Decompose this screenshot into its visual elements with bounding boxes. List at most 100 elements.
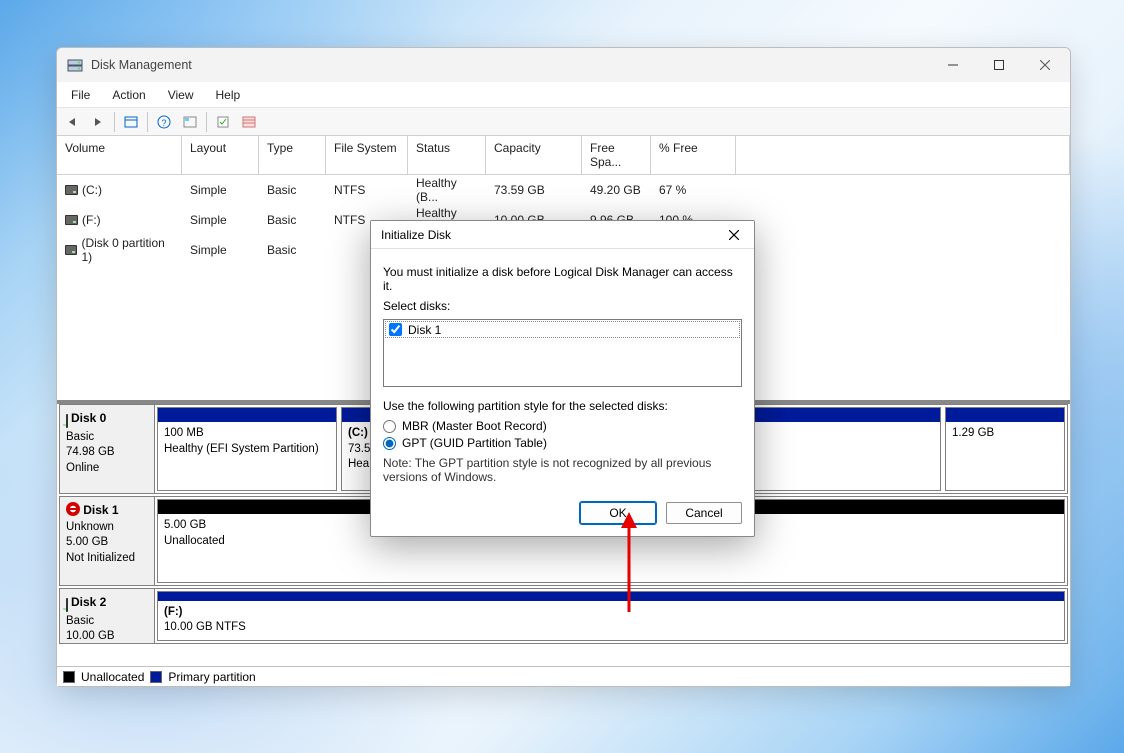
disk-title: Disk 1: [83, 503, 118, 517]
dialog-actions: OK Cancel: [371, 494, 754, 536]
properties-button[interactable]: [212, 111, 234, 133]
disk-select-item[interactable]: Disk 1: [385, 321, 740, 338]
partition[interactable]: 100 MBHealthy (EFI System Partition): [157, 407, 337, 491]
separator: [206, 112, 207, 132]
vol-layout: Simple: [182, 235, 259, 265]
list-button[interactable]: [238, 111, 260, 133]
disk-size: 74.98 GB: [66, 446, 115, 458]
vol-pct: 67 %: [651, 175, 736, 205]
menu-action[interactable]: Action: [102, 85, 155, 105]
dialog-title: Initialize Disk: [381, 228, 451, 242]
menu-view[interactable]: View: [158, 85, 204, 105]
disk-size: 10.00 GB: [66, 630, 115, 642]
partition-bar: [158, 408, 336, 422]
disk-1-info: Disk 1 Unknown 5.00 GB Not Initialized: [60, 497, 155, 585]
select-disks-label: Select disks:: [383, 299, 742, 313]
disk-title: Disk 2: [71, 595, 106, 609]
separator: [114, 112, 115, 132]
disk-1-checkbox[interactable]: [389, 323, 402, 336]
col-pctfree[interactable]: % Free: [651, 136, 736, 174]
mbr-label: MBR (Master Boot Record): [402, 419, 547, 433]
forward-button[interactable]: [87, 111, 109, 133]
view-button[interactable]: [120, 111, 142, 133]
separator: [147, 112, 148, 132]
menubar: File Action View Help: [57, 82, 1070, 108]
vol-fs: NTFS: [326, 175, 408, 205]
partition[interactable]: 1.29 GB: [945, 407, 1065, 491]
disk-2-row[interactable]: Disk 2 Basic 10.00 GB (F:)10.00 GB NTFS: [59, 588, 1068, 644]
col-layout[interactable]: Layout: [182, 136, 259, 174]
disk-state: Online: [66, 462, 99, 474]
dialog-close-button[interactable]: [720, 224, 748, 246]
refresh-button[interactable]: [179, 111, 201, 133]
disk-icon: [66, 598, 68, 614]
disk-2-info: Disk 2 Basic 10.00 GB: [60, 589, 155, 643]
back-button[interactable]: [61, 111, 83, 133]
partition-body: (F:)10.00 GB NTFS: [158, 601, 1064, 640]
dialog-titlebar[interactable]: Initialize Disk: [371, 221, 754, 249]
error-icon: [66, 502, 80, 516]
volume-list-header: Volume Layout Type File System Status Ca…: [57, 136, 1070, 175]
col-free[interactable]: Free Spa...: [582, 136, 651, 174]
drive-icon: [65, 185, 78, 195]
partition-bar: [946, 408, 1064, 422]
vol-name: (C:): [57, 175, 182, 205]
disk-0-info: Disk 0 Basic 74.98 GB Online: [60, 405, 155, 493]
cancel-button[interactable]: Cancel: [666, 502, 742, 524]
volume-row[interactable]: (C:)SimpleBasicNTFSHealthy (B...73.59 GB…: [57, 175, 1070, 205]
vol-status: Healthy (B...: [408, 175, 486, 205]
col-volume[interactable]: Volume: [57, 136, 182, 174]
vol-type: Basic: [259, 235, 326, 265]
disk-type: Unknown: [66, 521, 114, 533]
menu-help[interactable]: Help: [206, 85, 251, 105]
dialog-message: You must initialize a disk before Logica…: [383, 265, 742, 293]
col-extra: [736, 136, 1070, 174]
mbr-option[interactable]: MBR (Master Boot Record): [383, 419, 742, 433]
initialize-disk-dialog: Initialize Disk You must initialize a di…: [370, 220, 755, 537]
legend-swatch-unallocated: [63, 671, 75, 683]
col-filesystem[interactable]: File System: [326, 136, 408, 174]
vol-layout: Simple: [182, 175, 259, 205]
partition[interactable]: (F:)10.00 GB NTFS: [157, 591, 1065, 641]
disk-title: Disk 0: [71, 411, 106, 425]
vol-capacity: 73.59 GB: [486, 175, 582, 205]
drive-icon: [65, 215, 78, 225]
col-type[interactable]: Type: [259, 136, 326, 174]
svg-text:?: ?: [161, 118, 166, 128]
disk-select-list[interactable]: Disk 1: [383, 319, 742, 387]
dialog-body: You must initialize a disk before Logica…: [371, 249, 754, 494]
disk-2-partitions: (F:)10.00 GB NTFS: [155, 589, 1067, 643]
gpt-option[interactable]: GPT (GUID Partition Table): [383, 436, 742, 450]
disk-select-item-label: Disk 1: [408, 323, 441, 337]
disk-state: Not Initialized: [66, 552, 135, 564]
help-button[interactable]: ?: [153, 111, 175, 133]
vol-name: (F:): [57, 205, 182, 235]
menu-file[interactable]: File: [61, 85, 100, 105]
col-capacity[interactable]: Capacity: [486, 136, 582, 174]
disk-icon: [66, 414, 68, 430]
vol-type: Basic: [259, 205, 326, 235]
partition-body: 1.29 GB: [946, 422, 1064, 490]
gpt-radio[interactable]: [383, 437, 396, 450]
vol-name: (Disk 0 partition 1): [57, 235, 182, 265]
legend-label-unallocated: Unallocated: [81, 670, 144, 684]
mbr-radio[interactable]: [383, 420, 396, 433]
vol-layout: Simple: [182, 205, 259, 235]
titlebar[interactable]: Disk Management: [57, 48, 1070, 82]
maximize-button[interactable]: [976, 50, 1022, 80]
ok-button[interactable]: OK: [580, 502, 656, 524]
partition-bar: [158, 592, 1064, 601]
partition-body: 100 MBHealthy (EFI System Partition): [158, 422, 336, 490]
close-button[interactable]: [1022, 50, 1068, 80]
vol-free: 49.20 GB: [582, 175, 651, 205]
disk-type: Basic: [66, 431, 94, 443]
legend-label-primary: Primary partition: [168, 670, 255, 684]
app-icon: [67, 57, 83, 73]
window-controls: [930, 50, 1068, 80]
col-status[interactable]: Status: [408, 136, 486, 174]
legend-swatch-primary: [150, 671, 162, 683]
drive-icon: [65, 245, 77, 255]
disk-size: 5.00 GB: [66, 536, 108, 548]
legend: Unallocated Primary partition: [57, 666, 1070, 686]
minimize-button[interactable]: [930, 50, 976, 80]
